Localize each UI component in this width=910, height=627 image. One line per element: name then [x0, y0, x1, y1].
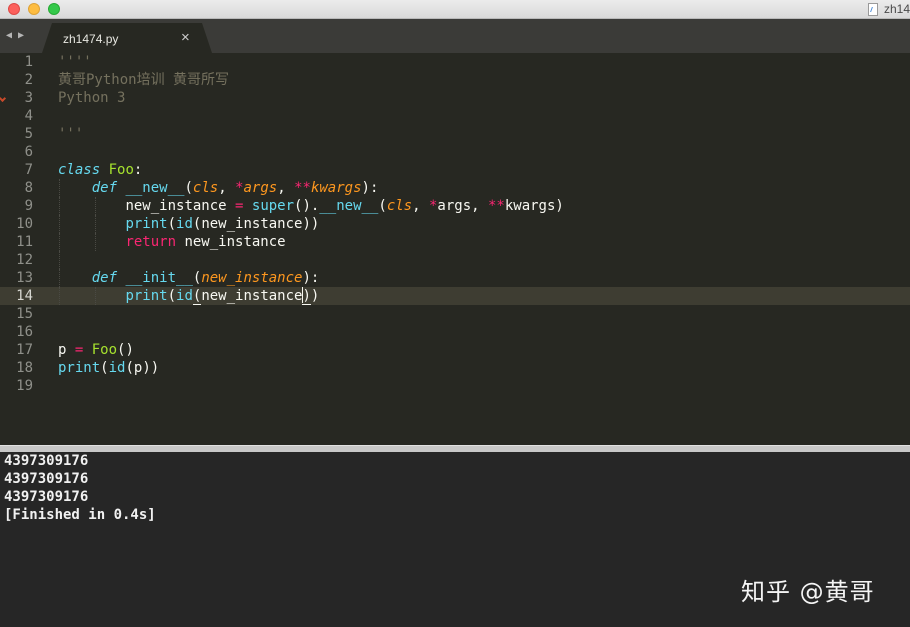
line-number: 5: [24, 126, 33, 142]
code-line: 10 print(id(new_instance)): [0, 215, 910, 233]
line-number: 16: [16, 324, 33, 340]
window-titlebar: zh14: [0, 0, 910, 19]
line-code: def __init__(new_instance):: [91, 270, 320, 286]
code-line: 15: [0, 305, 910, 323]
code-line: 8 def __new__(cls, *args, **kwargs):: [0, 179, 910, 197]
minimize-window-button[interactable]: [28, 3, 40, 15]
output-line: 4397309176: [4, 453, 89, 469]
line-number: 2: [24, 72, 33, 88]
line-number: 8: [24, 180, 33, 196]
code-line-active: 14 print(id(new_instance)): [0, 287, 910, 305]
line-number: 9: [24, 198, 33, 214]
code-line: 11 return new_instance: [0, 233, 910, 251]
code-line: 4: [0, 107, 910, 125]
line-number: 12: [16, 252, 33, 268]
line-number: 6: [24, 144, 33, 160]
close-window-button[interactable]: [8, 3, 20, 15]
tab-strip: ◀ ▶ zh1474.py ×: [0, 19, 910, 53]
line-code: Python 3: [58, 90, 126, 106]
line-number: 11: [16, 234, 33, 250]
code-line: 17 p = Foo(): [0, 341, 910, 359]
line-code: print(id(p)): [58, 360, 160, 376]
line-number: 13: [16, 270, 33, 286]
line-number: 17: [16, 342, 33, 358]
code-line: 13 def __init__(new_instance):: [0, 269, 910, 287]
line-code: print(id(new_instance)): [125, 287, 320, 305]
line-number: 3: [24, 90, 33, 106]
output-line: 4397309176: [4, 489, 89, 505]
code-editor[interactable]: 1 '''' 2 黄哥Python培训 黄哥所写 3 Python 3 4 5 …: [0, 53, 910, 445]
code-line: 18 print(id(p)): [0, 359, 910, 377]
output-line: [Finished in 0.4s]: [4, 507, 156, 523]
line-number: 18: [16, 360, 33, 376]
window-title-text: zh14: [883, 2, 910, 16]
code-line: 2 黄哥Python培训 黄哥所写: [0, 71, 910, 89]
tab-navigation: ◀ ▶: [6, 30, 24, 41]
line-code: class Foo:: [58, 162, 143, 178]
code-line: 1 '''': [0, 53, 910, 71]
line-number: 1: [24, 54, 33, 70]
line-code: print(id(new_instance)): [125, 216, 320, 232]
code-line: 6: [0, 143, 910, 161]
line-code: ''': [58, 126, 84, 142]
python-file-icon: [867, 2, 878, 16]
line-number: 15: [16, 306, 33, 322]
line-code: def __new__(cls, *args, **kwargs):: [91, 180, 379, 196]
line-number: 4: [24, 108, 33, 124]
indent-guide: [59, 251, 60, 269]
code-line: 16: [0, 323, 910, 341]
line-code: p = Foo(): [58, 342, 134, 358]
panel-splitter[interactable]: [0, 445, 910, 452]
tab-label: zh1474.py: [63, 32, 119, 46]
zoom-window-button[interactable]: [48, 3, 60, 15]
zhihu-watermark: 知乎 @黄哥: [741, 578, 875, 606]
code-line: 12: [0, 251, 910, 269]
code-line: 7 class Foo:: [0, 161, 910, 179]
code-line: 19: [0, 377, 910, 395]
output-line: 4397309176: [4, 471, 89, 487]
line-number: 10: [16, 216, 33, 232]
code-line: 5 ''': [0, 125, 910, 143]
line-code: 黄哥Python培训 黄哥所写: [58, 72, 230, 88]
window-title: zh14: [867, 1, 910, 17]
line-code: '''': [58, 54, 92, 70]
code-line: 9 new_instance = super().__new__(cls, *a…: [0, 197, 910, 215]
tab-back-arrow-icon[interactable]: ◀: [6, 30, 12, 41]
tab-close-icon[interactable]: ×: [181, 29, 190, 46]
tab-forward-arrow-icon[interactable]: ▶: [18, 30, 24, 41]
line-code: return new_instance: [125, 234, 286, 250]
line-number: 14: [16, 288, 33, 304]
line-number: 7: [24, 162, 33, 178]
line-code: new_instance = super().__new__(cls, *arg…: [125, 198, 564, 214]
line-number: 19: [16, 378, 33, 394]
code-line: 3 Python 3: [0, 89, 910, 107]
tab-zh1474-py[interactable]: zh1474.py ×: [42, 23, 212, 53]
